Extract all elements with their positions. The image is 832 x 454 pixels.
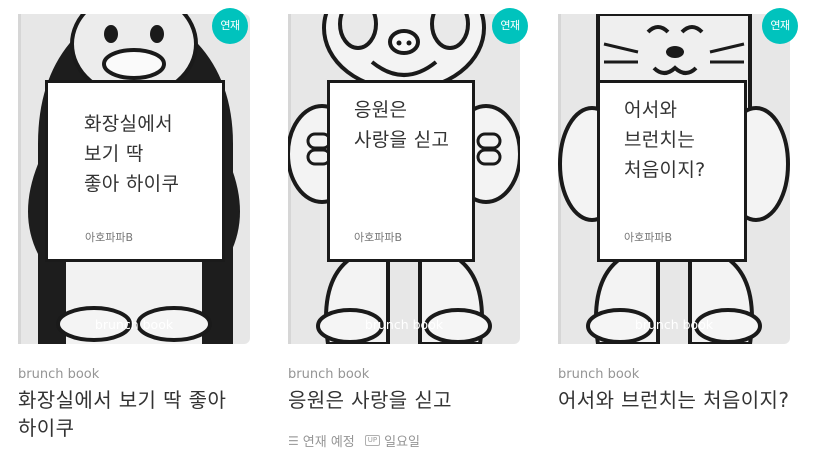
update-day-icon: UP <box>364 435 381 446</box>
list-icon: ☰ <box>288 433 299 448</box>
cover-title: 화장실에서 보기 딱 좋아 하이쿠 <box>84 113 180 195</box>
serial-schedule: ☰ 연재 예정 UP 일요일 <box>288 431 420 451</box>
cover-sign: 어서와 브런치는 처음이지? 아호파파B <box>597 80 747 262</box>
brunch-book-label: brunch book <box>558 367 640 382</box>
cover-title: 응원은 사랑을 싣고 <box>354 99 450 151</box>
brunch-book-label: brunch book <box>18 367 100 382</box>
book-card-1[interactable]: 화장실에서 보기 딱 좋아 하이쿠 아호파파B brunch book 연재 b… <box>18 0 250 454</box>
cover-watermark: brunch book <box>634 317 714 332</box>
cover-author: 아호파파B <box>624 231 673 244</box>
brunch-book-label: brunch book <box>288 367 370 382</box>
cover-sign: 화장실에서 보기 딱 좋아 하이쿠 아호파파B <box>45 80 225 262</box>
cover-author: 아호파파B <box>85 231 134 244</box>
book-cover[interactable]: 응원은 사랑을 싣고 아호파파B brunch book <box>288 14 520 344</box>
cover-watermark: brunch book <box>94 317 174 332</box>
book-card-3[interactable]: 어서와 브런치는 처음이지? 아호파파B brunch book 연재 brun… <box>558 0 798 454</box>
book-cover[interactable]: 어서와 브런치는 처음이지? 아호파파B brunch book <box>558 14 790 344</box>
serial-badge: 연재 <box>762 8 798 44</box>
book-card-2[interactable]: 응원은 사랑을 싣고 아호파파B brunch book 연재 brunch b… <box>288 0 528 454</box>
cover-sign: 응원은 사랑을 싣고 아호파파B <box>327 80 475 262</box>
schedule-day: 일요일 <box>384 435 420 450</box>
cover-title: 어서와 브런치는 처음이지? <box>624 99 706 181</box>
book-cover[interactable]: 화장실에서 보기 딱 좋아 하이쿠 아호파파B brunch book <box>18 14 250 344</box>
schedule-status: 연재 예정 <box>302 435 355 450</box>
serial-badge: 연재 <box>492 8 528 44</box>
book-title[interactable]: 화장실에서 보기 딱 좋아 하이쿠 <box>18 386 250 442</box>
book-title[interactable]: 어서와 브런치는 처음이지? <box>558 386 790 414</box>
book-title[interactable]: 응원은 사랑을 싣고 <box>288 386 520 414</box>
cover-watermark: brunch book <box>364 317 444 332</box>
serial-badge: 연재 <box>212 8 248 44</box>
cover-author: 아호파파B <box>354 231 403 244</box>
